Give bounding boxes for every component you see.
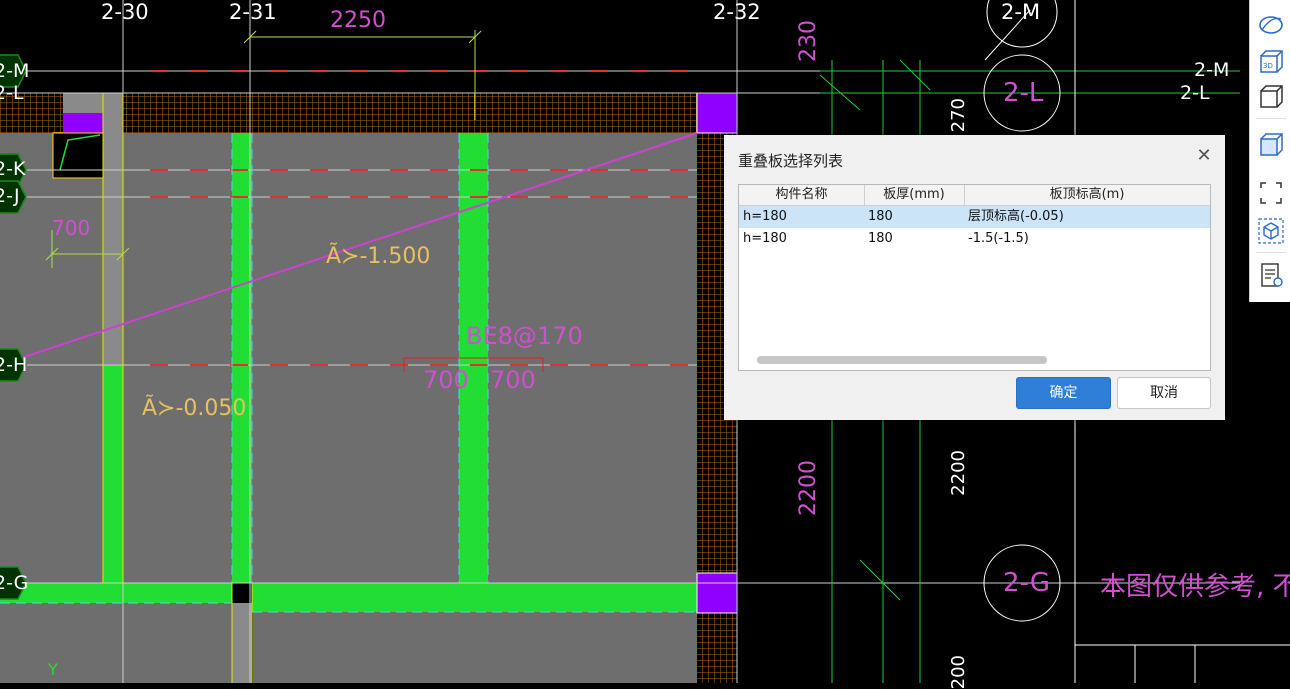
- dimension-2200-white: 2200: [948, 450, 969, 496]
- axis-label-2-M-right: 2-M: [1194, 59, 1230, 81]
- horizontal-scrollbar[interactable]: [757, 356, 1047, 364]
- cell-thickness: 180: [868, 231, 893, 246]
- slab-area-lower: [253, 603, 697, 683]
- cell-thickness: 180: [868, 209, 893, 224]
- slab-list-table: 构件名称 板厚(mm) 板顶标高(m) h=180 180 层顶标高(-0.05…: [738, 184, 1211, 371]
- cell-elevation: 层顶标高(-0.05): [968, 209, 1064, 224]
- column-header-elevation[interactable]: 板顶标高(m): [964, 185, 1210, 205]
- beam: [252, 583, 697, 612]
- axis-label-2-G-left: 2-G: [0, 572, 29, 594]
- dimension-270: 270: [948, 98, 969, 133]
- perspective-icon[interactable]: [1256, 10, 1286, 40]
- reference-note: 本图仅供参考, 不作其他: [1100, 572, 1290, 602]
- table-header: 构件名称 板厚(mm) 板顶标高(m): [739, 185, 1210, 206]
- table-row[interactable]: h=180 180 -1.5(-1.5): [739, 228, 1210, 250]
- close-icon[interactable]: ✕: [1195, 147, 1213, 165]
- column: [63, 113, 103, 133]
- slab-elevation-label: Ã≻-0.050: [142, 396, 247, 421]
- axis-label-2-M-top: 2-M: [1001, 0, 1041, 24]
- table-row[interactable]: h=180 180 层顶标高(-0.05): [739, 206, 1210, 228]
- view-toolbar: 3D: [1249, 0, 1290, 302]
- axis-label-2-J-left: 2-J: [0, 185, 20, 207]
- dimension-700-b: 700: [490, 366, 536, 394]
- beam: [0, 583, 232, 603]
- dialog-title: 重叠板选择列表: [738, 152, 844, 170]
- box-view-icon[interactable]: [1256, 82, 1286, 112]
- report-view-icon[interactable]: [1256, 260, 1286, 290]
- bubble-label-2-G: 2-G: [1003, 568, 1051, 598]
- dimension-2200-pink: 2200: [796, 460, 821, 516]
- axis-label-2-L-left: 2-L: [0, 82, 24, 104]
- axis-label-2-H-left: 2-H: [0, 354, 28, 376]
- opening: [52, 132, 104, 179]
- 3d-view-icon[interactable]: 3D: [1256, 47, 1286, 77]
- ok-button[interactable]: 确定: [1016, 377, 1111, 409]
- slab-strip-col: [232, 603, 252, 683]
- select-area-icon[interactable]: [1256, 178, 1286, 208]
- slab-area-left-lower: [0, 603, 232, 683]
- beam: [103, 365, 123, 583]
- axis-label-2-30: 2-30: [101, 0, 149, 24]
- beam: [232, 133, 252, 583]
- dimension-200-bottom: 200: [948, 655, 969, 689]
- view-cube-icon[interactable]: [1256, 216, 1286, 246]
- axis-label-2-M-left: 2-M: [0, 60, 30, 82]
- cell-name: h=180: [743, 209, 787, 224]
- column-header-name[interactable]: 构件名称: [739, 185, 865, 205]
- dimension-230: 230: [796, 20, 821, 62]
- column: [696, 572, 738, 614]
- column: [696, 92, 738, 134]
- dimension-2250: 2250: [330, 8, 386, 33]
- overlap-slab-dialog: 重叠板选择列表 ✕ 构件名称 板厚(mm) 板顶标高(m) h=180 180 …: [724, 135, 1225, 420]
- rebar-label: BE8@170: [466, 322, 583, 350]
- cell-elevation: -1.5(-1.5): [968, 231, 1029, 246]
- dimension-700-a: 700: [423, 366, 469, 394]
- axis-label-2-31: 2-31: [229, 0, 277, 24]
- axis-y-label: Y: [48, 660, 58, 679]
- axis-label-2-L-right: 2-L: [1180, 82, 1210, 104]
- axis-label-2-32: 2-32: [713, 0, 761, 24]
- slab-elevation-label: Ã≻-1.500: [326, 244, 431, 269]
- svg-text:3D: 3D: [1263, 62, 1273, 70]
- dimension-700-left: 700: [52, 216, 91, 240]
- column-header-thickness[interactable]: 板厚(mm): [864, 185, 965, 205]
- solid-box-icon[interactable]: [1256, 130, 1286, 160]
- axis-label-2-K-left: 2-K: [0, 158, 26, 180]
- cell-name: h=180: [743, 231, 787, 246]
- cancel-button[interactable]: 取消: [1117, 377, 1211, 409]
- bubble-label-2-L: 2-L: [1003, 78, 1044, 108]
